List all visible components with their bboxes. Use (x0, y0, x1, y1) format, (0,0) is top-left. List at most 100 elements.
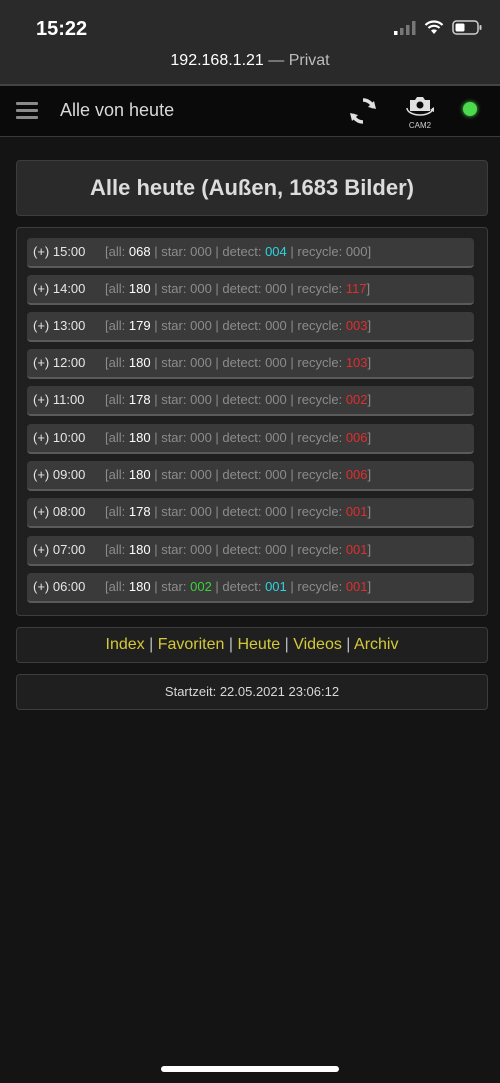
nav-link-index[interactable]: Index (106, 636, 145, 653)
recycle-label: recycle: (297, 542, 343, 557)
recycle-count: 000 (345, 244, 368, 259)
star-count: 000 (190, 504, 212, 519)
detect-count: 000 (265, 467, 287, 482)
nav-link-favoriten[interactable]: Favoriten (158, 636, 225, 653)
hour-row[interactable]: (+) 12:00 [all: 180 | star: 000 | detect:… (27, 349, 474, 379)
recycle-count: 117 (345, 281, 367, 296)
recycle-label: recycle: (297, 392, 343, 407)
hour-label: (+) 11:00 (33, 392, 85, 407)
star-label: star: (161, 467, 187, 482)
star-label: star: (161, 504, 187, 519)
detect-count: 000 (265, 355, 287, 370)
start-time-info: Startzeit: 22.05.2021 23:06:12 (16, 674, 488, 710)
hour-label: (+) 07:00 (33, 542, 86, 557)
ios-status-bar: 15:22 192.168.1.21 — Privat (0, 0, 500, 84)
recycle-label: recycle: (297, 467, 343, 482)
recycle-label: recycle: (297, 318, 343, 333)
star-label: star: (161, 281, 187, 296)
all-label: all: (108, 430, 126, 445)
wifi-icon (424, 20, 444, 34)
recycle-count: 006 (345, 430, 368, 445)
hour-list: (+) 15:00 [all: 068 | star: 000 | detect:… (16, 227, 488, 616)
nav-link-archiv[interactable]: Archiv (354, 636, 398, 653)
star-count: 000 (190, 318, 212, 333)
recycle-count: 002 (345, 392, 368, 407)
hamburger-menu-icon[interactable] (16, 102, 38, 120)
detect-count: 000 (265, 392, 287, 407)
hour-row[interactable]: (+) 06:00 [all: 180 | star: 002 | detect:… (27, 573, 474, 603)
recycle-count: 103 (345, 355, 368, 370)
hour-stats: [all: 180 | star: 000 | detect: 000 | re… (105, 430, 372, 445)
all-count: 068 (128, 244, 151, 259)
detect-count: 000 (265, 504, 287, 519)
hour-stats: [all: 180 | star: 002 | detect: 001 | re… (105, 579, 372, 594)
all-label: all: (108, 281, 126, 296)
hour-row[interactable]: (+) 14:00 [all: 180 | star: 000 | detect:… (27, 275, 474, 305)
home-indicator[interactable] (161, 1066, 339, 1072)
hour-row[interactable]: (+) 10:00 [all: 180 | star: 000 | detect:… (27, 424, 474, 454)
camera-switch-icon (406, 97, 434, 116)
detect-label: detect: (222, 281, 262, 296)
hour-label: (+) 10:00 (33, 430, 86, 445)
detect-label: detect: (222, 392, 262, 407)
recycle-label: recycle: (297, 281, 343, 296)
recycle-label: recycle: (297, 579, 343, 594)
star-count: 000 (190, 430, 212, 445)
reload-icon[interactable] (347, 95, 379, 127)
hour-label: (+) 09:00 (33, 467, 86, 482)
star-label: star: (161, 430, 187, 445)
recycle-label: recycle: (297, 504, 343, 519)
connection-status-indicator (463, 102, 477, 116)
detect-count: 001 (265, 579, 287, 594)
camera-switch-button[interactable]: CAM2 (404, 92, 436, 132)
battery-icon (452, 20, 482, 35)
page-title: Alle heute (Außen, 1683 Bilder) (16, 160, 488, 216)
hour-label: (+) 12:00 (33, 355, 86, 370)
recycle-count: 006 (345, 467, 368, 482)
all-label: all: (108, 244, 126, 259)
star-label: star: (161, 579, 187, 594)
star-label: star: (161, 392, 187, 407)
hour-stats: [all: 179 | star: 000 | detect: 000 | re… (105, 318, 372, 333)
detect-label: detect: (222, 504, 262, 519)
hour-stats: [all: 180 | star: 000 | detect: 000 | re… (105, 355, 372, 370)
clock: 15:22 (36, 18, 88, 40)
recycle-count: 003 (345, 318, 368, 333)
hour-row[interactable]: (+) 07:00 [all: 180 | star: 000 | detect:… (27, 536, 474, 566)
hour-row[interactable]: (+) 08:00 [all: 178 | star: 000 | detect:… (27, 498, 474, 528)
all-count: 180 (128, 542, 151, 557)
hour-stats: [all: 178 | star: 000 | detect: 000 | re… (105, 392, 372, 407)
all-label: all: (108, 392, 126, 407)
nav-link-videos[interactable]: Videos (293, 636, 342, 653)
all-count: 180 (128, 467, 151, 482)
detect-label: detect: (222, 542, 262, 557)
hour-row[interactable]: (+) 09:00 [all: 180 | star: 000 | detect:… (27, 461, 474, 491)
all-label: all: (108, 504, 126, 519)
detect-count: 004 (265, 244, 287, 259)
hour-row[interactable]: (+) 15:00 [all: 068 | star: 000 | detect:… (27, 238, 474, 268)
hour-row[interactable]: (+) 13:00 [all: 179 | star: 000 | detect:… (27, 312, 474, 342)
star-count: 000 (190, 355, 212, 370)
star-count: 000 (190, 467, 212, 482)
star-label: star: (161, 318, 187, 333)
detect-label: detect: (222, 244, 262, 259)
star-count: 002 (190, 579, 212, 594)
hour-stats: [all: 180 | star: 000 | detect: 000 | re… (105, 281, 371, 296)
address-bar[interactable]: 192.168.1.21 — Privat (0, 52, 500, 70)
hour-row[interactable]: (+) 11:00 [all: 178 | star: 000 | detect:… (27, 386, 474, 416)
star-count: 000 (190, 281, 212, 296)
all-count: 179 (128, 318, 151, 333)
detect-label: detect: (222, 579, 262, 594)
all-label: all: (108, 579, 126, 594)
all-count: 180 (128, 355, 151, 370)
star-count: 000 (190, 542, 212, 557)
detect-label: detect: (222, 318, 262, 333)
all-label: all: (108, 318, 126, 333)
recycle-count: 001 (345, 542, 368, 557)
nav-link-heute[interactable]: Heute (237, 636, 280, 653)
star-label: star: (161, 355, 187, 370)
all-label: all: (108, 542, 126, 557)
hour-label: (+) 06:00 (33, 579, 86, 594)
signal-icon (394, 20, 416, 35)
recycle-label: recycle: (297, 355, 343, 370)
